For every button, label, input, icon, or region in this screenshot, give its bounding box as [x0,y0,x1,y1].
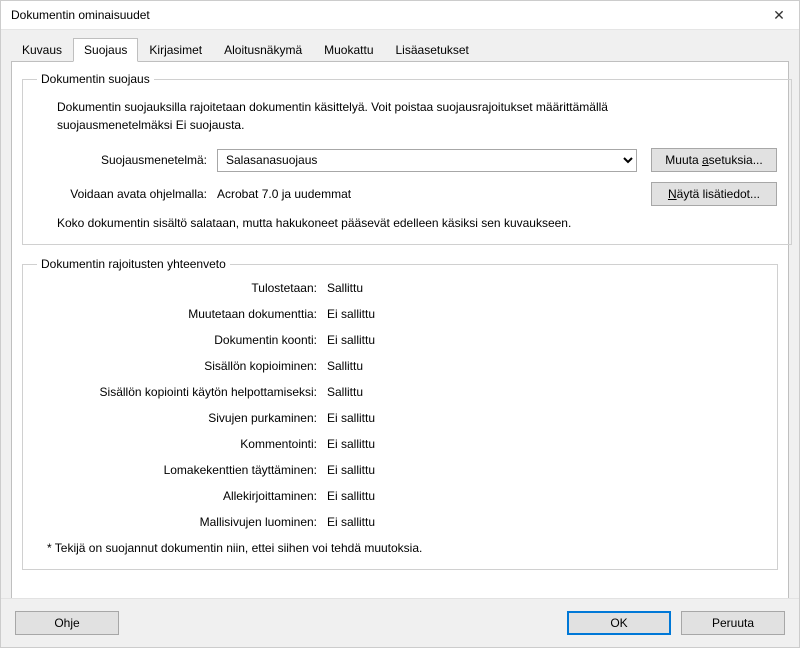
change-settings-button[interactable]: Muuta asetuksia... [651,148,777,172]
restriction-row: Muutetaan dokumenttia:Ei sallittu [37,307,763,321]
security-intro-text: Dokumentin suojauksilla rajoitetaan doku… [57,98,657,134]
dialog-window: Dokumentin ominaisuudet ✕ Kuvaus Suojaus… [0,0,800,648]
window-title: Dokumentin ominaisuudet [11,8,150,22]
tab-label: Kirjasimet [149,43,202,57]
tab-description[interactable]: Kuvaus [11,38,73,61]
security-method-label: Suojausmenetelmä: [37,153,217,167]
restriction-key: Tulostetaan: [37,281,327,295]
security-method-select[interactable]: Salasanasuojaus [217,149,637,172]
group-legend: Dokumentin rajoitusten yhteenveto [37,257,230,271]
restriction-key: Allekirjoittaminen: [37,489,327,503]
tab-label: Suojaus [84,43,127,57]
restriction-value: Ei sallittu [327,437,375,451]
restriction-value: Ei sallittu [327,411,375,425]
show-details-button[interactable]: Näytä lisätiedot... [651,182,777,206]
restriction-row: Allekirjoittaminen:Ei sallittu [37,489,763,503]
tab-fonts[interactable]: Kirjasimet [138,38,213,61]
close-button[interactable]: ✕ [759,1,799,29]
dialog-button-bar: Ohje OK Peruuta [1,598,799,647]
restriction-value: Sallittu [327,385,363,399]
restriction-row: Dokumentin koonti:Ei sallittu [37,333,763,347]
restriction-key: Sisällön kopiointi käytön helpottamiseks… [37,385,327,399]
close-icon: ✕ [773,7,785,24]
row-open-with: Voidaan avata ohjelmalla: Acrobat 7.0 ja… [37,182,777,206]
restriction-value: Ei sallittu [327,333,375,347]
restriction-row: Sisällön kopioiminen:Sallittu [37,359,763,373]
tab-label: Lisäasetukset [396,43,469,57]
restriction-key: Lomakekenttien täyttäminen: [37,463,327,477]
restriction-row: Tulostetaan:Sallittu [37,281,763,295]
restriction-key: Kommentointi: [37,437,327,451]
tab-security[interactable]: Suojaus [73,38,138,62]
ok-button[interactable]: OK [567,611,671,635]
group-document-security: Dokumentin suojaus Dokumentin suojauksil… [22,72,792,245]
tab-page-security: Dokumentin suojaus Dokumentin suojauksil… [11,61,789,601]
tab-label: Muokattu [324,43,373,57]
open-with-value: Acrobat 7.0 ja uudemmat [217,187,637,201]
restriction-row: Sisällön kopiointi käytön helpottamiseks… [37,385,763,399]
restrictions-footnote: * Tekijä on suojannut dokumentin niin, e… [47,541,763,555]
restriction-key: Muutetaan dokumenttia: [37,307,327,321]
tab-advanced[interactable]: Lisäasetukset [385,38,480,61]
restriction-value: Ei sallittu [327,515,375,529]
restriction-key: Sisällön kopioiminen: [37,359,327,373]
restriction-row: Kommentointi:Ei sallittu [37,437,763,451]
titlebar: Dokumentin ominaisuudet ✕ [1,1,799,30]
restriction-value: Sallittu [327,359,363,373]
restriction-key: Dokumentin koonti: [37,333,327,347]
restriction-value: Ei sallittu [327,489,375,503]
restrictions-list: Tulostetaan:SallittuMuutetaan dokumentti… [37,281,763,529]
tab-label: Aloitusnäkymä [224,43,302,57]
open-with-label: Voidaan avata ohjelmalla: [37,187,217,201]
tab-custom[interactable]: Muokattu [313,38,384,61]
restriction-row: Mallisivujen luominen:Ei sallittu [37,515,763,529]
help-button[interactable]: Ohje [15,611,119,635]
group-restrictions-summary: Dokumentin rajoitusten yhteenveto Tulost… [22,257,778,570]
restriction-value: Sallittu [327,281,363,295]
restriction-value: Ei sallittu [327,307,375,321]
client-area: Kuvaus Suojaus Kirjasimet Aloitusnäkymä … [1,29,799,599]
row-security-method: Suojausmenetelmä: Salasanasuojaus Muuta … [37,148,777,172]
restriction-row: Sivujen purkaminen:Ei sallittu [37,411,763,425]
restriction-value: Ei sallittu [327,463,375,477]
tab-strip: Kuvaus Suojaus Kirjasimet Aloitusnäkymä … [11,37,789,61]
tab-initial-view[interactable]: Aloitusnäkymä [213,38,313,61]
cancel-button[interactable]: Peruuta [681,611,785,635]
restriction-row: Lomakekenttien täyttäminen:Ei sallittu [37,463,763,477]
restriction-key: Mallisivujen luominen: [37,515,327,529]
restriction-key: Sivujen purkaminen: [37,411,327,425]
encryption-note: Koko dokumentin sisältö salataan, mutta … [57,216,777,230]
tab-label: Kuvaus [22,43,62,57]
group-legend: Dokumentin suojaus [37,72,154,86]
